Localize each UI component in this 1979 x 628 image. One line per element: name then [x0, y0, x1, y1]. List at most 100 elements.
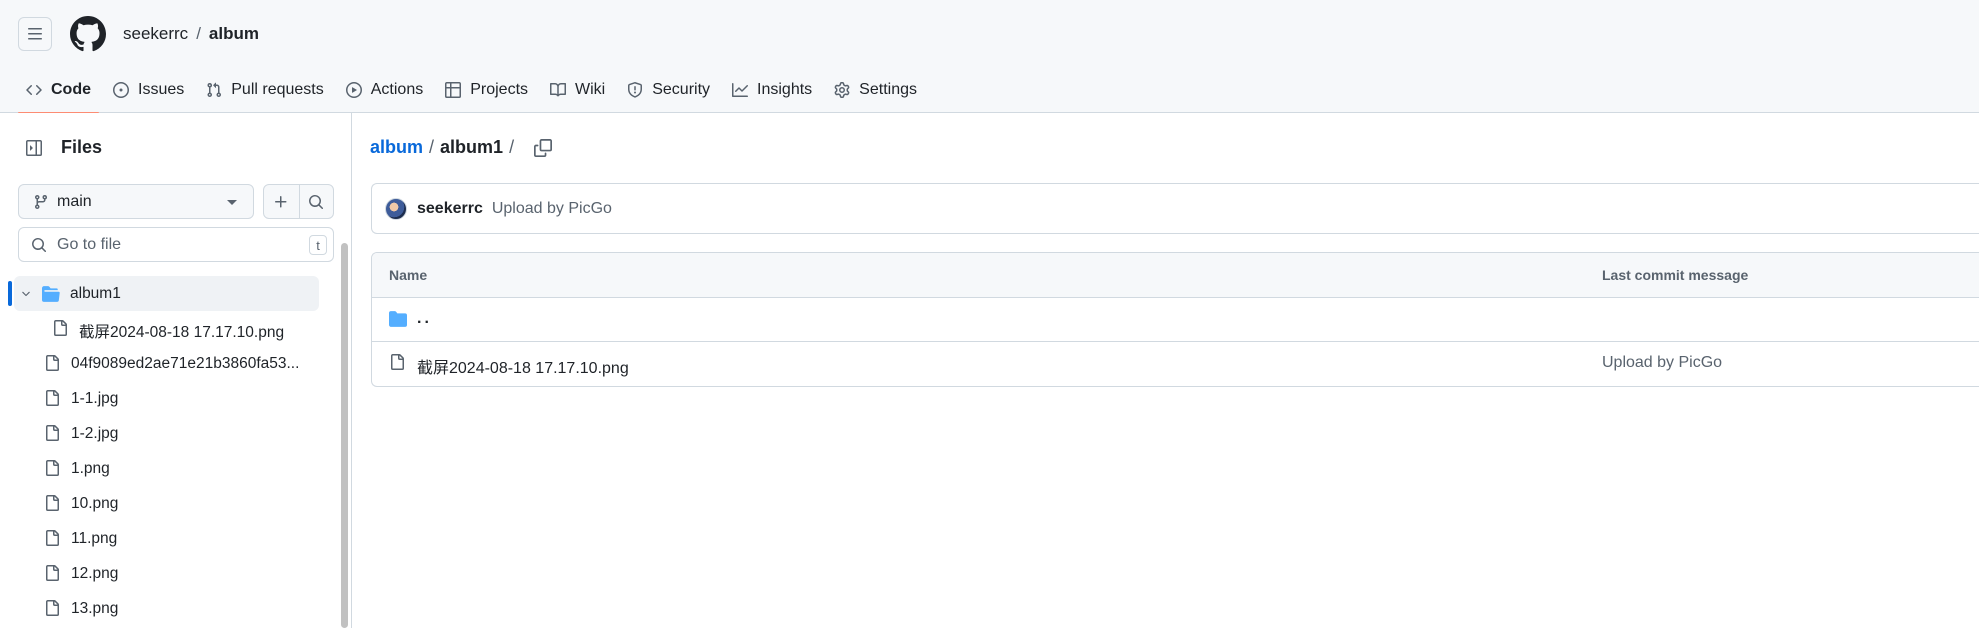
- tab-wiki[interactable]: Wiki: [542, 70, 613, 113]
- repo-name-link[interactable]: album: [209, 24, 259, 43]
- tree-item-label: 1.png: [71, 460, 110, 477]
- file-tree: album1 截屏2024-08-18 17.17.10.png 04f9089…: [0, 276, 330, 626]
- files-heading: Files: [61, 137, 103, 157]
- repo-nav-tabs: Code Issues Pull requests Actions Projec…: [18, 70, 931, 114]
- github-logo-icon[interactable]: [70, 16, 106, 52]
- add-file-button[interactable]: [264, 185, 299, 218]
- tab-label: Code: [51, 80, 91, 98]
- hamburger-icon: [28, 28, 42, 40]
- tab-label: Wiki: [575, 80, 606, 98]
- file-icon: [46, 565, 59, 581]
- path-current: album1: [440, 137, 504, 157]
- file-icon: [54, 320, 67, 336]
- tree-item-folder[interactable]: album1: [8, 276, 319, 311]
- sidebar-scrollbar[interactable]: [341, 243, 348, 628]
- issue-opened-icon: [113, 81, 129, 98]
- go-to-file-input[interactable]: Go to file t: [18, 227, 334, 262]
- file-icon: [46, 390, 59, 406]
- path-root-link[interactable]: album: [370, 137, 423, 158]
- git-pull-request-icon: [207, 82, 222, 97]
- tab-label: Projects: [470, 80, 529, 98]
- tab-security[interactable]: Security: [619, 70, 718, 113]
- go-to-file-placeholder: Go to file: [57, 235, 122, 253]
- file-icon: [46, 355, 59, 371]
- chevron-down-icon: [22, 291, 30, 297]
- tree-item-label: 1-1.jpg: [71, 390, 119, 407]
- file-name-link[interactable]: 截屏2024-08-18 17.17.10.png: [417, 354, 629, 378]
- tab-settings[interactable]: Settings: [826, 70, 925, 113]
- collapse-sidebar-button[interactable]: [18, 132, 50, 164]
- file-icon: [46, 600, 59, 616]
- repo-owner-link[interactable]: seekerrc: [123, 24, 188, 43]
- tab-label: Insights: [757, 80, 813, 98]
- tree-item-file[interactable]: 13.png: [0, 591, 330, 626]
- tree-item-file[interactable]: 截屏2024-08-18 17.17.10.png: [0, 311, 330, 346]
- shield-icon: [628, 81, 643, 98]
- tab-label: Actions: [370, 80, 424, 98]
- search-icon: [32, 237, 47, 252]
- tree-item-file[interactable]: 11.png: [0, 521, 330, 556]
- tab-pull-requests[interactable]: Pull requests: [198, 70, 332, 113]
- tree-item-file[interactable]: 12.png: [0, 556, 330, 591]
- file-icon: [46, 530, 59, 546]
- tab-projects[interactable]: Projects: [437, 70, 536, 113]
- tree-item-label: 10.png: [71, 495, 119, 512]
- tree-item-file[interactable]: 1-2.jpg: [0, 416, 330, 451]
- code-icon: [26, 84, 42, 95]
- tree-item-file[interactable]: 10.png: [0, 486, 330, 521]
- directory-table: Name Last commit message .. 截屏2024-08-18…: [371, 252, 1979, 387]
- commit-author[interactable]: seekerrc: [417, 200, 483, 218]
- graph-icon: [732, 82, 749, 97]
- file-icon: [46, 495, 59, 511]
- file-icon: [46, 460, 59, 476]
- avatar[interactable]: [385, 197, 407, 220]
- repo-breadcrumb: seekerrc / album: [123, 23, 259, 45]
- file-tree-sidebar: Files main Go to file t album1 截屏2024-08…: [0, 113, 352, 628]
- latest-commit-bar: seekerrc Upload by PicGo: [371, 183, 1979, 234]
- tab-issues[interactable]: Issues: [105, 70, 192, 113]
- tree-item-label: 04f9089ed2ae71e21b3860fa53...: [71, 355, 300, 372]
- tree-item-label: 11.png: [71, 530, 118, 547]
- file-icon: [46, 425, 59, 441]
- tree-item-label: 1-2.jpg: [71, 425, 119, 442]
- tree-item-label: 13.png: [71, 600, 119, 617]
- hamburger-menu-button[interactable]: [18, 17, 52, 51]
- tab-label: Settings: [859, 80, 917, 98]
- commit-message[interactable]: Upload by PicGo: [492, 200, 612, 218]
- book-icon: [550, 82, 567, 96]
- tree-item-label: album1: [70, 285, 121, 302]
- column-header-commit: Last commit message: [1602, 267, 1749, 283]
- search-tree-button[interactable]: [298, 185, 334, 218]
- row-commit-message[interactable]: Upload by PicGo: [1602, 354, 1722, 372]
- keyboard-shortcut-hint: t: [309, 235, 327, 255]
- branch-selector[interactable]: main: [18, 184, 254, 219]
- git-branch-icon: [34, 194, 47, 209]
- tab-actions[interactable]: Actions: [338, 70, 431, 113]
- folder-icon: [389, 311, 407, 327]
- branch-name: main: [57, 192, 92, 210]
- tree-item-file[interactable]: 04f9089ed2ae71e21b3860fa53...: [0, 346, 330, 381]
- chevron-down-icon: [227, 200, 237, 205]
- copy-path-button[interactable]: [534, 138, 553, 157]
- folder-open-icon: [42, 286, 60, 302]
- column-header-name: Name: [389, 267, 428, 283]
- tab-label: Security: [652, 80, 711, 98]
- tab-code[interactable]: Code: [18, 70, 99, 114]
- tree-item-file[interactable]: 1.png: [0, 451, 330, 486]
- tab-insights[interactable]: Insights: [724, 70, 820, 113]
- gear-icon: [834, 81, 850, 98]
- copy-icon: [534, 138, 553, 157]
- parent-directory-link[interactable]: ..: [417, 310, 432, 328]
- path-separator: /: [509, 137, 515, 157]
- file-icon: [391, 354, 404, 370]
- table-header: Name Last commit message: [372, 253, 1979, 298]
- tree-actions: [263, 184, 334, 219]
- play-icon: [345, 81, 362, 98]
- breadcrumb-separator: /: [196, 24, 201, 43]
- plus-icon: [275, 195, 287, 207]
- tab-label: Pull requests: [231, 80, 324, 98]
- table-row-parent[interactable]: ..: [372, 298, 1979, 342]
- table-row[interactable]: 截屏2024-08-18 17.17.10.png Upload by PicG…: [372, 342, 1979, 386]
- tree-item-file[interactable]: 1-1.jpg: [0, 381, 330, 416]
- tree-item-label: 12.png: [71, 565, 119, 582]
